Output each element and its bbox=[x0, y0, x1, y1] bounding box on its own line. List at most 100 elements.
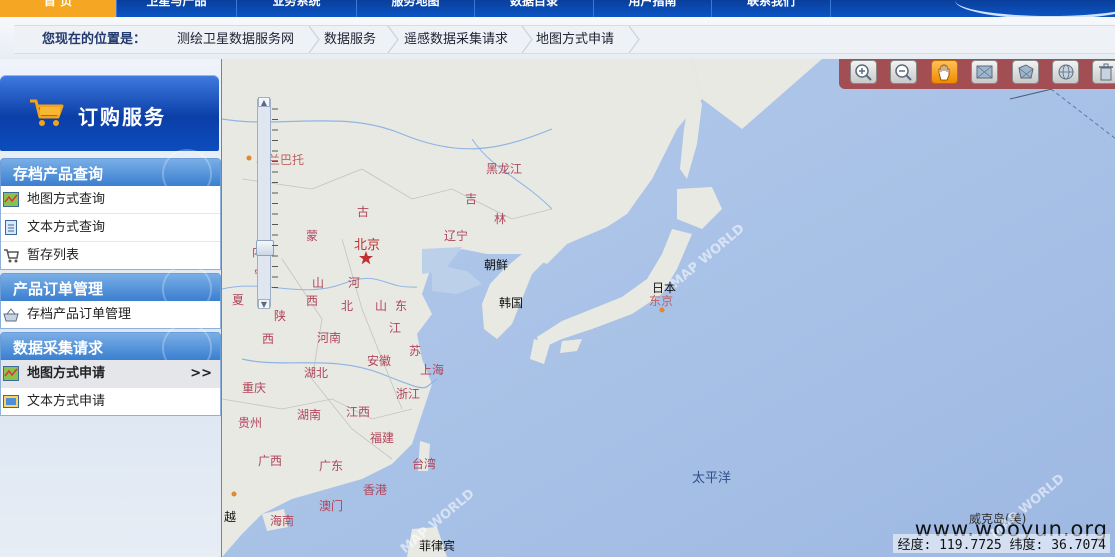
basket-icon bbox=[3, 308, 19, 322]
menu-collection-request: 地图方式申请 >> 文本方式申请 bbox=[0, 360, 221, 416]
zoom-slider[interactable]: ▲ ▼ bbox=[256, 97, 274, 309]
breadcrumb-separator-icon bbox=[628, 26, 640, 53]
polygon-select-icon bbox=[1018, 64, 1034, 79]
map-label-jiangsu-2: 苏 bbox=[409, 344, 422, 358]
header-swoosh-decoration bbox=[955, 0, 1115, 17]
map-label-guangdong: 广东 bbox=[319, 459, 344, 473]
order-service-label: 订购服务 bbox=[78, 105, 166, 129]
menu-item-map-request[interactable]: 地图方式申请 >> bbox=[1, 360, 220, 388]
menu-item-label: 文本方式申请 bbox=[27, 394, 106, 409]
breadcrumb-item-map-request: 地图方式申请 bbox=[536, 32, 615, 47]
map-label-neimeng-2: 蒙 bbox=[306, 229, 319, 243]
map-label-shaanxi-1: 陕 bbox=[274, 309, 287, 323]
map-label-chongqing: 重庆 bbox=[242, 381, 267, 395]
map-label-shandong-2: 东 bbox=[395, 299, 408, 313]
map-label-hainan: 海南 bbox=[270, 514, 295, 528]
section-header-collection-request[interactable]: 数据采集请求 bbox=[0, 323, 221, 373]
map-label-macau: 澳门 bbox=[319, 499, 344, 513]
map-toolbar bbox=[839, 59, 1115, 89]
menu-item-label: 地图方式申请 bbox=[27, 366, 106, 381]
pan-button[interactable] bbox=[931, 60, 958, 84]
section-title: 产品订单管理 bbox=[13, 280, 104, 298]
map-label-taiwan: 台湾 bbox=[412, 457, 437, 471]
zoom-in-button[interactable] bbox=[850, 60, 877, 84]
breadcrumb-item-collection-request[interactable]: 遥感数据采集请求 bbox=[404, 26, 508, 53]
trash-icon bbox=[1099, 63, 1113, 81]
map-label-vietnam-fragment: 越 bbox=[224, 510, 237, 524]
cart-icon bbox=[4, 249, 19, 263]
map-view[interactable]: 乌兰巴托 黑龙江 吉 林 辽宁 古 蒙 北京 河 北 山 西 山 东 陕 西 河… bbox=[221, 59, 1115, 557]
map-label-fujian: 福建 bbox=[370, 431, 395, 445]
active-arrow: >> bbox=[190, 366, 212, 381]
map-label-anhui: 安徽 bbox=[367, 354, 392, 368]
breadcrumb: 您现在的位置是： 测绘卫星数据服务网 数据服务 遥感数据采集请求 地图方式申请 bbox=[14, 25, 1115, 54]
section-title: 存档产品查询 bbox=[13, 165, 104, 183]
clear-button[interactable] bbox=[1092, 60, 1115, 84]
capital-star-icon bbox=[359, 251, 373, 265]
menu-archive-query: 地图方式查询 文本方式查询 暂存列表 bbox=[0, 186, 221, 270]
polygon-select-button[interactable] bbox=[1012, 60, 1039, 84]
map-label-jilin-1: 吉 bbox=[465, 192, 478, 206]
menu-item-label: 存档产品订单管理 bbox=[27, 307, 132, 322]
map-label-south-korea: 韩国 bbox=[499, 296, 524, 310]
map-label-shaanxi-2: 西 bbox=[262, 332, 275, 346]
menu-item-map-query[interactable]: 地图方式查询 bbox=[1, 186, 220, 214]
zoom-slider-down-button[interactable]: ▼ bbox=[258, 299, 270, 309]
order-service-banner[interactable]: 订购服务 bbox=[0, 75, 219, 151]
section-title: 数据采集请求 bbox=[13, 339, 104, 357]
breadcrumb-item-site[interactable]: 测绘卫星数据服务网 bbox=[177, 26, 294, 53]
map-label-guangxi: 广西 bbox=[258, 454, 283, 468]
text-doc-icon bbox=[5, 220, 17, 235]
map-label-shanxi-1: 山 bbox=[312, 276, 325, 290]
map-label-hunan: 湖南 bbox=[297, 408, 322, 422]
map-label-zhejiang: 浙江 bbox=[396, 387, 421, 401]
pan-hand-icon bbox=[938, 64, 950, 81]
nav-tab-business-system[interactable]: 业务系统 bbox=[237, 0, 357, 17]
zoom-tick-marks bbox=[272, 108, 278, 288]
map-label-hebei-1: 河 bbox=[348, 276, 361, 290]
map-doc-icon bbox=[3, 366, 19, 381]
globe-icon bbox=[1058, 64, 1074, 80]
breadcrumb-item-data-service[interactable]: 数据服务 bbox=[324, 26, 376, 53]
map-label-liaoning: 辽宁 bbox=[444, 229, 469, 243]
nav-tab-contact[interactable]: 联系我们 bbox=[712, 0, 831, 17]
map-label-neimeng-1: 古 bbox=[357, 205, 370, 219]
zoom-slider-up-button[interactable]: ▲ bbox=[258, 97, 270, 107]
breadcrumb-lead: 您现在的位置是： bbox=[42, 32, 147, 47]
nav-tab-data-catalog[interactable]: 数据目录 bbox=[475, 0, 594, 17]
breadcrumb-separator-icon bbox=[308, 26, 320, 53]
nav-tab-home[interactable]: 首 页 bbox=[0, 0, 117, 17]
map-label-north-korea: 朝鲜 bbox=[484, 258, 509, 272]
zoom-in-icon bbox=[855, 64, 872, 81]
ulaanbaatar-marker-icon bbox=[246, 155, 252, 161]
nav-tab-satellite-products[interactable]: 卫星与产品 bbox=[117, 0, 237, 17]
section-header-order-management[interactable]: 产品订单管理 bbox=[0, 264, 221, 314]
breadcrumb-bar: 您现在的位置是： 测绘卫星数据服务网 数据服务 遥感数据采集请求 地图方式申请 bbox=[0, 17, 1115, 59]
map-label-ningxia-fragment: 夏 bbox=[232, 293, 245, 307]
map-label-jiangxi: 江西 bbox=[346, 405, 371, 419]
menu-item-text-request[interactable]: 文本方式申请 bbox=[1, 388, 220, 415]
map-label-pacific: 太平洋 bbox=[692, 471, 732, 486]
rectangle-select-button[interactable] bbox=[971, 60, 998, 84]
map-label-jilin-2: 林 bbox=[494, 212, 507, 226]
zoom-out-icon bbox=[895, 64, 912, 81]
sidebar: 订购服务 存档产品查询 地图方式查询 文本方式查询 暂存列表 产品订单管理 存档… bbox=[0, 59, 221, 557]
map-label-heilongjiang: 黑龙江 bbox=[486, 162, 523, 176]
map-label-shanxi-2: 西 bbox=[306, 294, 319, 308]
map-label-henan: 河南 bbox=[317, 331, 342, 345]
map-label-hubei: 湖北 bbox=[304, 366, 329, 380]
map-label-hebei-2: 北 bbox=[341, 299, 354, 313]
nav-tab-user-guide[interactable]: 用户指南 bbox=[594, 0, 712, 17]
map-label-jiangsu-1: 江 bbox=[389, 321, 402, 335]
map-doc-icon bbox=[3, 192, 19, 207]
shopping-cart-icon bbox=[30, 99, 64, 126]
section-header-archive-query[interactable]: 存档产品查询 bbox=[0, 149, 221, 199]
map-label-shandong-1: 山 bbox=[375, 299, 388, 313]
menu-item-text-query[interactable]: 文本方式查询 bbox=[1, 214, 220, 242]
nav-tab-service-map[interactable]: 服务地图 bbox=[357, 0, 475, 17]
breadcrumb-separator-icon bbox=[387, 26, 399, 53]
rectangle-select-icon bbox=[976, 65, 993, 79]
zoom-out-button[interactable] bbox=[890, 60, 917, 84]
map-label-tokyo: 东京 bbox=[649, 294, 674, 308]
globe-button[interactable] bbox=[1052, 60, 1079, 84]
